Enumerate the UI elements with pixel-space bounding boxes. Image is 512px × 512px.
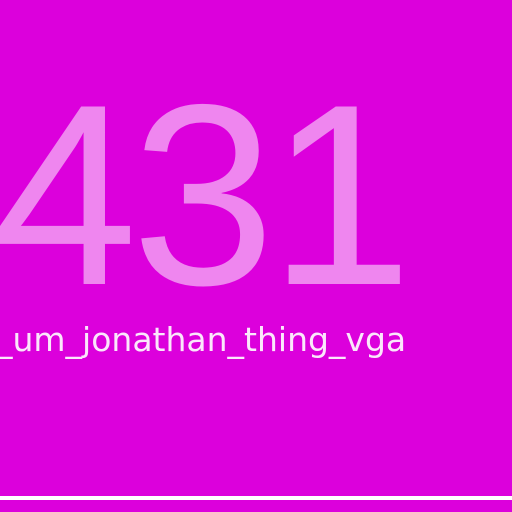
display-screen: 431 _um_jonathan_thing_vga (0, 0, 512, 496)
large-number: 431 (0, 50, 412, 339)
caption-label: _um_jonathan_thing_vga (0, 320, 407, 359)
bottom-bar (0, 500, 512, 512)
